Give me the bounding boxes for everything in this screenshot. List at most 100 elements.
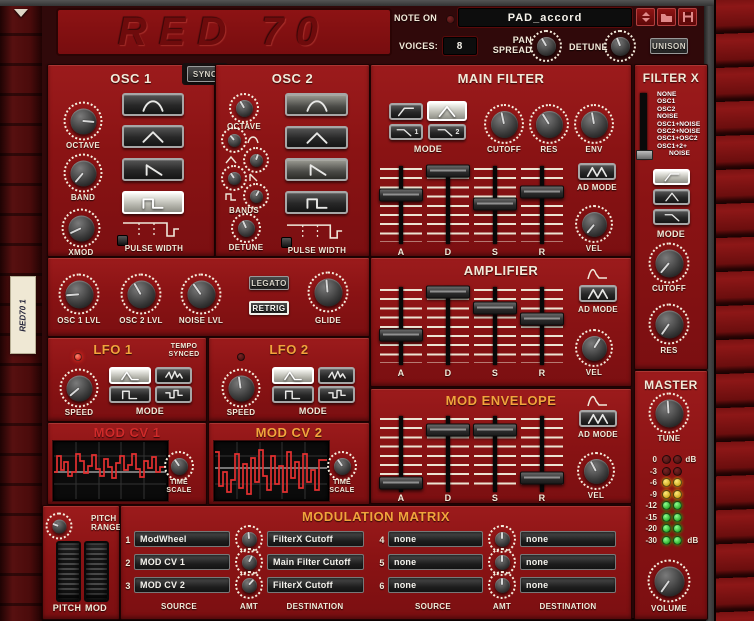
slider-handle[interactable] (426, 164, 470, 178)
voices-value[interactable]: 8 (443, 37, 477, 55)
osc1-level-knob[interactable] (58, 273, 100, 315)
main-filter-release-slider[interactable] (519, 166, 565, 244)
lfo2-mode-step-button[interactable] (318, 386, 355, 403)
osc2-octave-knob[interactable] (229, 93, 259, 123)
matrix-destination-select[interactable]: Main Filter Cutoff (267, 554, 364, 570)
mod-env-attack-slider[interactable] (378, 416, 424, 492)
main-filter-vel-knob[interactable] (575, 205, 613, 243)
save-preset-button[interactable] (678, 8, 697, 26)
matrix-source-select[interactable]: MOD CV 1 (134, 554, 230, 570)
pan-spread-knob[interactable] (530, 30, 562, 62)
amp-decay-slider[interactable] (425, 285, 471, 365)
amp-sustain-slider[interactable] (472, 287, 518, 365)
main-filter-mode-lowpass1-button[interactable]: 1 (389, 124, 423, 140)
main-filter-sustain-slider[interactable] (472, 166, 518, 244)
lfo2-mode-triangle-button[interactable] (272, 367, 314, 384)
osc2-wave-triangle-button[interactable] (285, 126, 348, 149)
matrix-destination-select[interactable]: none (520, 531, 616, 547)
filter-x-routing-slider-handle[interactable] (636, 150, 653, 160)
osc2-wave-square-button[interactable] (285, 191, 348, 214)
slider-handle[interactable] (473, 197, 517, 211)
main-filter-env-knob[interactable] (574, 104, 614, 144)
main-filter-mode-lowpass2-button[interactable]: 2 (428, 124, 466, 140)
main-filter-decay-slider[interactable] (425, 164, 471, 244)
mod-cv2-time-scale-knob[interactable] (327, 451, 357, 481)
lfo1-mode-square-button[interactable] (109, 386, 151, 403)
main-filter-cutoff-knob[interactable] (484, 104, 524, 144)
osc1-wave-sine-button[interactable] (122, 93, 184, 116)
lfo2-mode-square-button[interactable] (272, 386, 314, 403)
osc2-band-saw-knob[interactable] (221, 165, 247, 191)
osc2-band-triangle-knob[interactable] (243, 147, 269, 173)
matrix-amt-knob[interactable] (235, 571, 263, 599)
slider-handle[interactable] (520, 471, 564, 485)
mod-cv1-time-scale-knob[interactable] (164, 451, 194, 481)
osc1-xmod-knob[interactable] (61, 208, 101, 248)
master-volume-knob[interactable] (647, 559, 691, 603)
matrix-destination-select[interactable]: none (520, 554, 616, 570)
slider-handle[interactable] (426, 423, 470, 437)
glide-knob[interactable] (307, 271, 349, 313)
mod-wheel[interactable] (84, 541, 109, 602)
mod-env-decay-slider[interactable] (425, 416, 471, 492)
amp-release-slider[interactable] (519, 287, 565, 365)
preset-display[interactable]: PAD_accord (458, 8, 632, 27)
mod-env-sustain-slider[interactable] (472, 416, 518, 492)
osc2-level-knob[interactable] (120, 273, 162, 315)
retrig-button[interactable]: RETRIG (249, 301, 289, 315)
menu-dropdown-icon[interactable] (14, 9, 28, 17)
main-filter-mode-highpass-button[interactable] (389, 103, 423, 120)
osc1-wave-saw-button[interactable] (122, 158, 184, 181)
mod-env-release-slider[interactable] (519, 416, 565, 492)
slider-handle[interactable] (426, 285, 470, 299)
lfo1-mode-step-button[interactable] (155, 386, 192, 403)
amp-attack-slider[interactable] (378, 287, 424, 365)
pitch-range-knob[interactable] (45, 512, 73, 540)
filter-x-mode-highpass-button[interactable] (653, 169, 690, 185)
main-filter-mode-bandpass-button[interactable] (427, 101, 467, 121)
lfo2-mode-random-button[interactable] (318, 367, 355, 384)
matrix-source-select[interactable]: none (388, 531, 483, 547)
osc2-band-sine-knob[interactable] (221, 127, 247, 153)
osc1-wave-triangle-button[interactable] (122, 125, 184, 148)
osc2-wave-sine-button[interactable] (285, 93, 348, 116)
amplifier-vel-knob[interactable] (575, 329, 613, 367)
osc2-wave-saw-button[interactable] (285, 158, 348, 181)
osc1-octave-knob[interactable] (63, 101, 103, 141)
slider-handle[interactable] (379, 476, 423, 490)
filter-x-res-knob[interactable] (648, 303, 690, 345)
main-filter-res-knob[interactable] (529, 104, 569, 144)
noise-level-knob[interactable] (180, 273, 222, 315)
osc1-band-knob[interactable] (63, 153, 103, 193)
mod-envelope-vel-knob[interactable] (577, 452, 615, 490)
matrix-amt-knob[interactable] (488, 571, 516, 599)
slider-handle[interactable] (379, 328, 423, 342)
lfo1-mode-triangle-button[interactable] (109, 367, 151, 384)
matrix-destination-select[interactable]: FilterX Cutoff (267, 577, 364, 593)
main-filter-ad-mode-button[interactable] (578, 163, 616, 180)
slider-handle[interactable] (473, 301, 517, 315)
slider-handle[interactable] (520, 312, 564, 326)
slider-handle[interactable] (520, 185, 564, 199)
osc1-wave-square-button[interactable] (122, 191, 184, 214)
mod-envelope-ad-mode-button[interactable] (579, 410, 617, 427)
matrix-source-select[interactable]: ModWheel (134, 531, 230, 547)
matrix-source-select[interactable]: MOD CV 2 (134, 577, 230, 593)
legato-button[interactable]: LEGATO (249, 276, 289, 290)
preset-spinner-button[interactable] (636, 8, 655, 26)
matrix-destination-select[interactable]: none (520, 577, 616, 593)
filter-x-mode-bandpass-button[interactable] (653, 189, 690, 205)
slider-handle[interactable] (473, 423, 517, 437)
matrix-destination-select[interactable]: FilterX Cutoff (267, 531, 364, 547)
load-preset-button[interactable] (657, 8, 676, 26)
amplifier-ad-mode-button[interactable] (579, 285, 617, 302)
detune-knob[interactable] (604, 30, 636, 62)
slider-handle[interactable] (379, 188, 423, 202)
matrix-source-select[interactable]: none (388, 554, 483, 570)
lfo1-speed-knob[interactable] (59, 368, 99, 408)
matrix-source-select[interactable]: none (388, 577, 483, 593)
master-tune-knob[interactable] (648, 392, 690, 434)
lfo2-speed-knob[interactable] (221, 368, 261, 408)
main-filter-attack-slider[interactable] (378, 166, 424, 244)
lfo1-mode-random-button[interactable] (155, 367, 192, 384)
